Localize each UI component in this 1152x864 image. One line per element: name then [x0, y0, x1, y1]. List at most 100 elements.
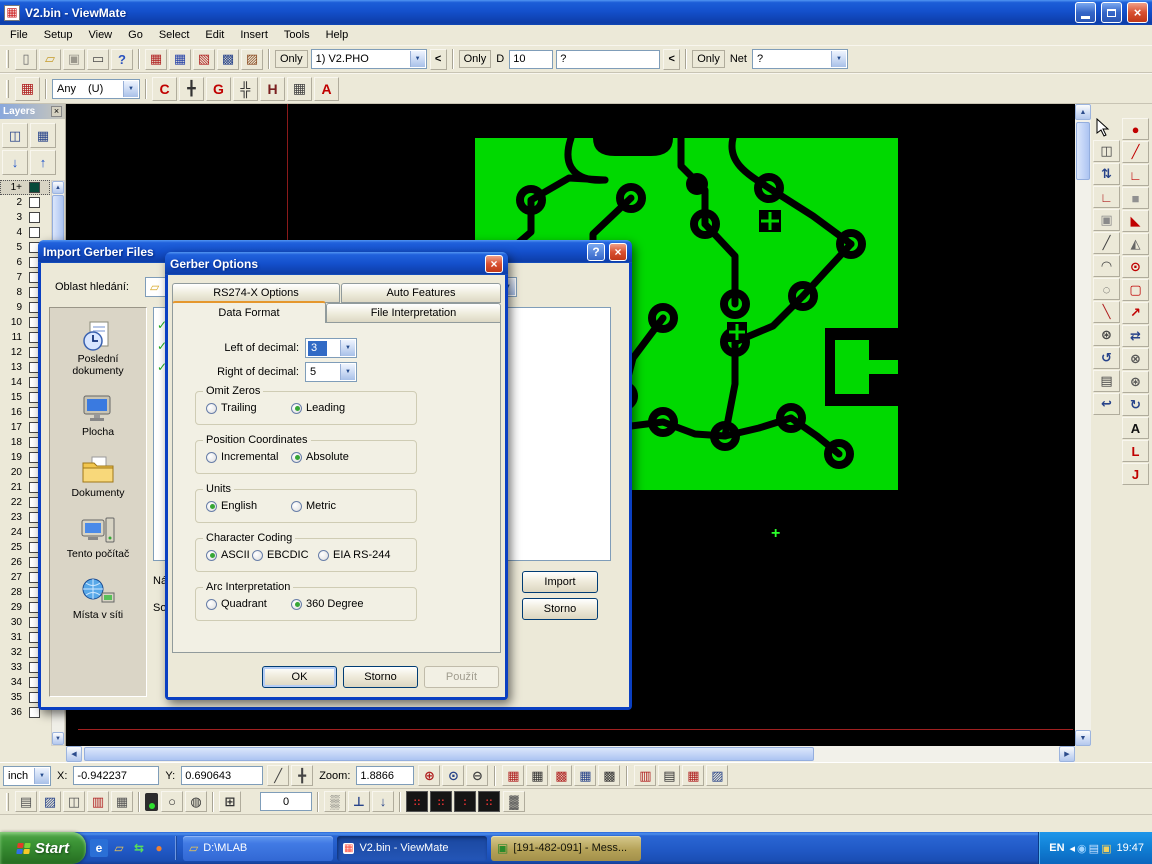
close-button[interactable]: × [485, 255, 503, 273]
layers-panel-header[interactable]: Layers × [0, 104, 65, 119]
menu-go[interactable]: Go [120, 26, 151, 44]
internet-explorer-icon[interactable]: e [90, 839, 108, 857]
layer-down-icon[interactable]: ↓ [2, 150, 28, 175]
flash-pattern-icon-4[interactable]: :: [478, 791, 500, 812]
step-value-input[interactable]: 0 [260, 792, 312, 811]
toolbar-grip[interactable] [6, 50, 9, 68]
layer-row-2[interactable]: 2 [0, 195, 50, 210]
layer-table-icon[interactable]: ◫ [2, 123, 28, 148]
bar-grid-icon[interactable]: ▥ [87, 791, 109, 812]
net-combo[interactable]: ? ▼ [752, 49, 848, 69]
minimize-button[interactable] [1075, 2, 1096, 23]
dcode-table-icon[interactable]: ▦ [145, 49, 167, 70]
radio-360-degree[interactable]: 360 Degree [291, 598, 364, 610]
close-button[interactable]: × [1127, 2, 1148, 23]
dcode-filter-input[interactable]: ? [556, 50, 660, 69]
layer-color-swatch[interactable] [29, 212, 40, 223]
circle-tool-icon[interactable]: ⊙ [1122, 256, 1149, 278]
cancel-button[interactable]: Storno [343, 666, 418, 688]
unit-combo[interactable]: inch ▼ [3, 766, 51, 786]
chevron-down-icon[interactable]: ▼ [34, 768, 49, 784]
layer-combo[interactable]: 1) V2.PHO ▼ [311, 49, 427, 69]
toolbar-grip[interactable] [6, 793, 9, 811]
clock[interactable]: 19:47 [1116, 842, 1144, 854]
radio-ebcdic[interactable]: EBCDIC [252, 549, 309, 561]
chevron-down-icon[interactable]: ▼ [123, 81, 138, 97]
pad-blue-icon[interactable]: ▨ [706, 765, 728, 786]
radio-absolute[interactable]: Absolute [291, 451, 349, 463]
radio-button-icon[interactable] [206, 599, 217, 610]
grid-blue-icon[interactable]: ▦ [574, 765, 596, 786]
undo-icon[interactable]: ↩ [1093, 393, 1120, 415]
radio-incremental[interactable]: Incremental [206, 451, 278, 463]
crosshair-tool-icon[interactable]: ╋ [179, 77, 204, 101]
x-coordinate-input[interactable]: -0.942237 [73, 766, 159, 785]
wave-grid-icon[interactable]: ▤ [15, 791, 37, 812]
rotate-ccw-icon[interactable]: ↺ [1093, 347, 1120, 369]
flash-pattern-icon-2[interactable]: :: [430, 791, 452, 812]
radio-trailing[interactable]: Trailing [206, 402, 257, 414]
measure-line-icon[interactable]: ╱ [267, 765, 289, 786]
radio-metric[interactable]: Metric [291, 500, 336, 512]
tab-rs274x-options[interactable]: RS274-X Options [172, 283, 340, 303]
close-button[interactable]: × [609, 243, 627, 261]
scroll-down-icon[interactable]: ▼ [1075, 730, 1091, 746]
film-box-icon[interactable]: ▧ [193, 49, 215, 70]
layer-color-swatch[interactable] [29, 182, 40, 193]
open-folder-icon[interactable]: ▱ [39, 49, 61, 70]
fill-field-icon[interactable]: ▓ [503, 791, 525, 812]
tray-keyboard-icon[interactable]: ▤ [1089, 842, 1099, 855]
zoom-window-icon[interactable]: ⊙ [442, 765, 464, 786]
star-tool-icon[interactable]: ⊛ [1122, 371, 1149, 393]
browser-globe-icon[interactable]: ● [150, 839, 168, 857]
toolbar-grip[interactable] [6, 80, 9, 98]
tab-file-interpretation[interactable]: File Interpretation [326, 303, 501, 323]
radio-button-icon[interactable] [318, 550, 329, 561]
radio-button-icon[interactable] [291, 501, 302, 512]
letter-g-tool-icon[interactable]: G [206, 77, 231, 101]
radio-button-icon[interactable] [206, 403, 217, 414]
origin-crosshair-icon[interactable]: ╋ [291, 765, 313, 786]
layer-color-swatch[interactable] [29, 227, 40, 238]
chevron-down-icon[interactable]: ▼ [340, 340, 355, 356]
scroll-left-icon[interactable]: ◀ [66, 746, 82, 762]
radio-leading[interactable]: Leading [291, 402, 345, 414]
tray-messenger-icon[interactable]: ▣ [1101, 842, 1111, 855]
place-recent-documents[interactable]: Poslední dokumenty [52, 320, 144, 377]
import-button[interactable]: Import [522, 571, 598, 593]
radio-eia-rs-244[interactable]: EIA RS-244 [318, 549, 390, 561]
any-combo[interactable]: Any (U) ▼ [52, 79, 140, 99]
scroll-thumb[interactable] [1076, 122, 1090, 180]
radio-ascii[interactable]: ASCII [206, 549, 250, 561]
pad-red-icon[interactable]: ▥ [634, 765, 656, 786]
radio-button-icon[interactable] [291, 599, 302, 610]
rectangle-tool-icon[interactable]: ■ [1122, 187, 1149, 209]
pad-flash-tool-icon[interactable]: ● [1122, 118, 1149, 140]
menu-setup[interactable]: Setup [36, 26, 81, 44]
prev-layer-button[interactable]: < [430, 49, 447, 70]
film-icon[interactable]: ▤ [1093, 370, 1120, 392]
zoom-in-icon[interactable]: ⊕ [418, 765, 440, 786]
scroll-up-icon[interactable]: ▲ [1075, 104, 1091, 120]
layer-row-4[interactable]: 4 [0, 225, 50, 240]
new-file-icon[interactable]: ▯ [15, 49, 37, 70]
right-of-decimal-combo[interactable]: 5 ▼ [305, 362, 357, 382]
circle-probe-icon[interactable]: ○ [161, 791, 183, 812]
sync-arrows-icon[interactable]: ⇆ [130, 839, 148, 857]
grid-half-icon[interactable]: ▩ [550, 765, 572, 786]
text-tool-icon[interactable]: A [1122, 417, 1149, 439]
scroll-thumb[interactable] [84, 747, 814, 761]
cut-tool-icon[interactable]: ⊗ [1122, 348, 1149, 370]
menu-tools[interactable]: Tools [276, 26, 318, 44]
full-grid-icon[interactable]: ▦ [111, 791, 133, 812]
arc-tool-icon[interactable]: ◠ [1093, 255, 1120, 277]
grid-h-tool-icon[interactable]: ▦ [287, 77, 312, 101]
pad-dark-icon[interactable]: ▤ [658, 765, 680, 786]
only-dcode-toggle[interactable]: Only [459, 50, 492, 68]
vector-tool-icon[interactable]: ↗ [1122, 302, 1149, 324]
zoom-input[interactable]: 1.8866 [356, 766, 414, 785]
layer-row-1+[interactable]: 1+ [0, 180, 50, 195]
scroll-right-icon[interactable]: ▶ [1059, 746, 1075, 762]
zoom-out-icon[interactable]: ⊖ [466, 765, 488, 786]
place-documents[interactable]: Dokumenty [52, 454, 144, 499]
